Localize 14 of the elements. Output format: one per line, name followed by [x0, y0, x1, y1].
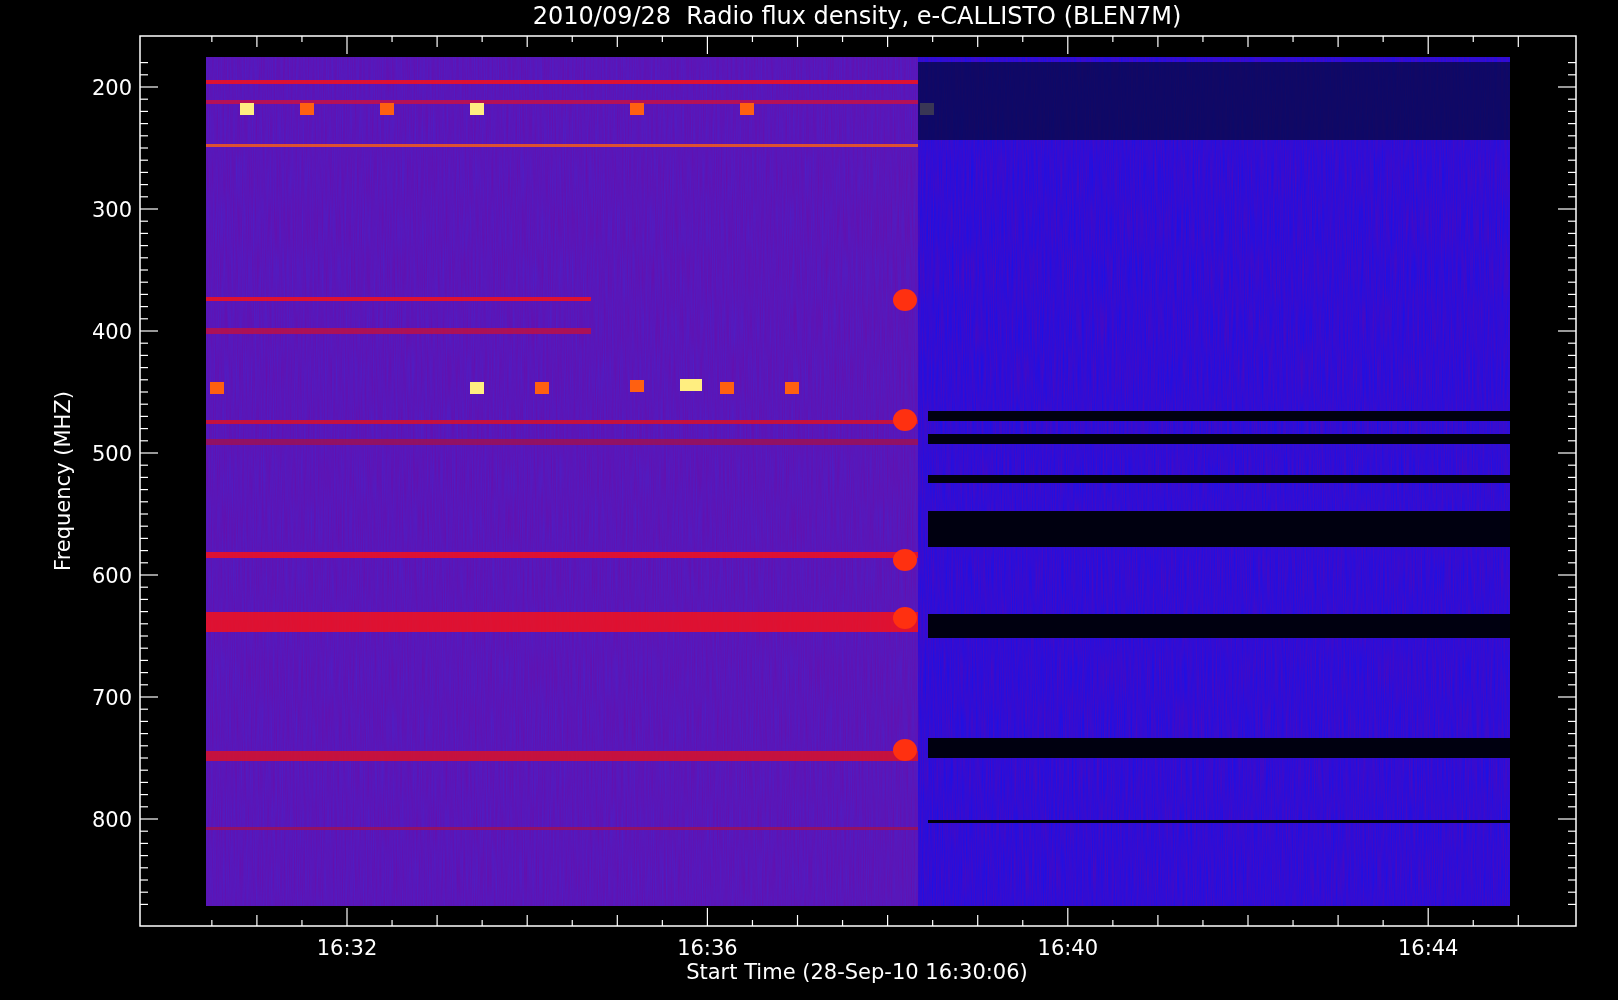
tick-label: 600	[91, 564, 132, 588]
tick-label: 16:32	[316, 936, 378, 960]
axis-label: Frequency (MHZ)	[51, 391, 75, 571]
tick-label: 16:36	[677, 936, 738, 960]
tick-label: 700	[91, 686, 132, 710]
tick-label: 16:44	[1397, 936, 1459, 960]
tick-label: 800	[91, 808, 132, 832]
tick-label: 500	[91, 442, 132, 466]
tick-label: 200	[91, 76, 132, 100]
tick-label: 400	[91, 320, 132, 344]
tick-label: 16:40	[1037, 936, 1099, 960]
axis-label: Start Time (28-Sep-10 16:30:06)	[686, 960, 1028, 984]
tick-label: 300	[91, 198, 132, 222]
chart-title: 2010/09/28 Radio flux density, e-CALLISTO (BLEN7M)	[532, 2, 1182, 30]
